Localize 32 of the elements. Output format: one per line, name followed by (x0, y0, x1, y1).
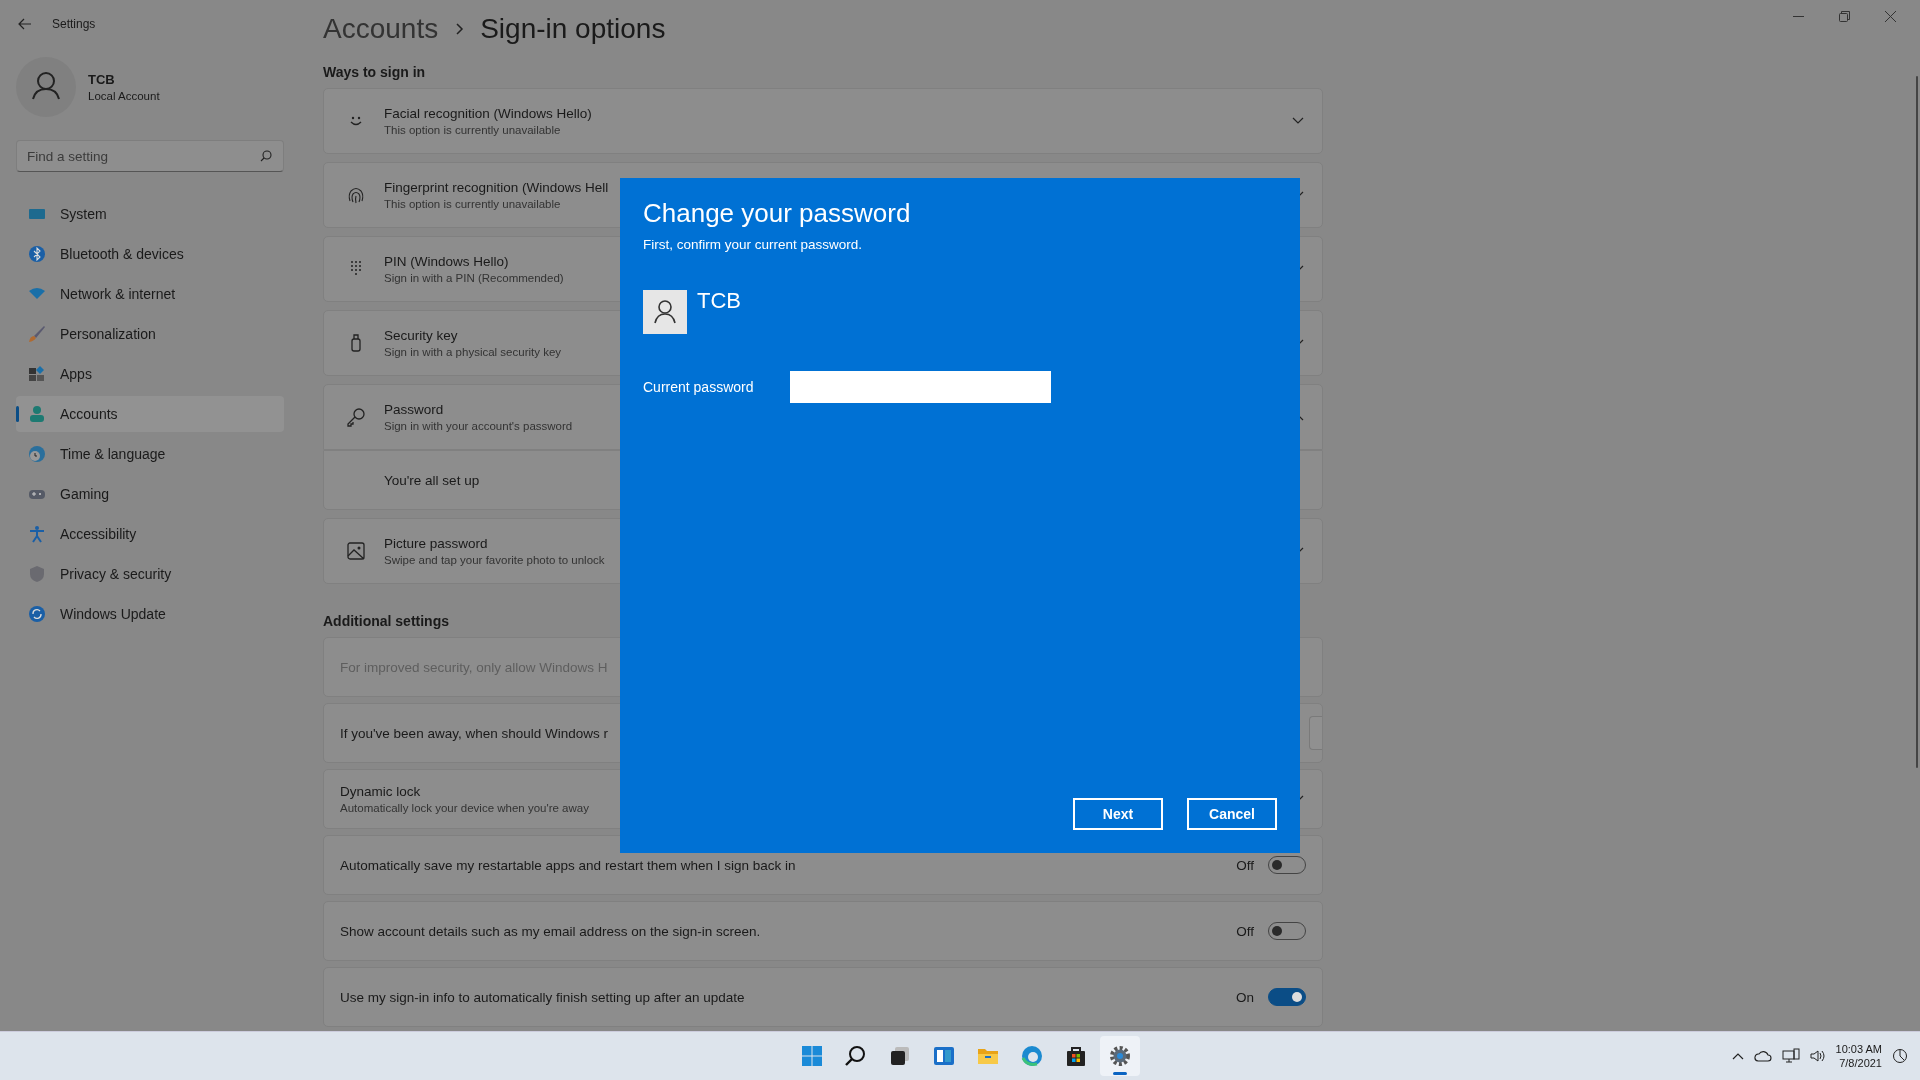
option-subtitle: This option is currently unavailable (384, 124, 561, 136)
option-subtitle: Sign in with a physical security key (384, 346, 562, 358)
setting-text: If you've been away, when should Windows r (340, 725, 608, 741)
option-title: Fingerprint recognition (Windows Hell (384, 180, 609, 195)
dialog-title: Change your password (643, 198, 911, 229)
option-title: Picture password (384, 536, 488, 551)
setting-text: Use my sign-in info to automatically finish setting up after an update (340, 989, 745, 1005)
setting-text: Dynamic lock (340, 784, 421, 799)
window-title: Settings (52, 17, 96, 31)
dialog-subtitle: First, confirm your current password. (643, 237, 863, 252)
toggle-state: Off (1236, 857, 1254, 873)
setting-text: Show account details such as my email address on the sign-in screen. (340, 923, 761, 939)
user-name: TCB (697, 288, 741, 314)
field-label: Current password (643, 379, 755, 395)
option-subtitle: Swipe and tap your favorite photo to unlock (384, 554, 605, 566)
option-subtitle: Sign in with a PIN (Recommended) (384, 272, 564, 284)
option-title: Password (384, 402, 444, 417)
toggle-state: Off (1236, 923, 1254, 939)
option-title: Security key (384, 328, 458, 343)
option-subtitle: This option is currently unavailable (384, 198, 561, 210)
toggle-state: On (1236, 989, 1254, 1005)
setting-subtitle: Automatically lock your device when you're away (340, 802, 589, 814)
page-title: Sign-in options (480, 13, 666, 45)
section-heading: Ways to sign in (323, 64, 427, 80)
section-heading: Additional settings (323, 613, 450, 629)
status-text: You're all set up (384, 472, 480, 488)
option-title: Facial recognition (Windows Hello) (384, 106, 592, 121)
setting-text: Automatically save my restartable apps and restart them when I sign back in (340, 857, 796, 873)
option-title: PIN (Windows Hello) (384, 254, 509, 269)
option-subtitle: Sign in with your account's password (384, 420, 573, 432)
profile-name: TCB (88, 72, 116, 87)
account-type: Local Account (88, 90, 160, 102)
